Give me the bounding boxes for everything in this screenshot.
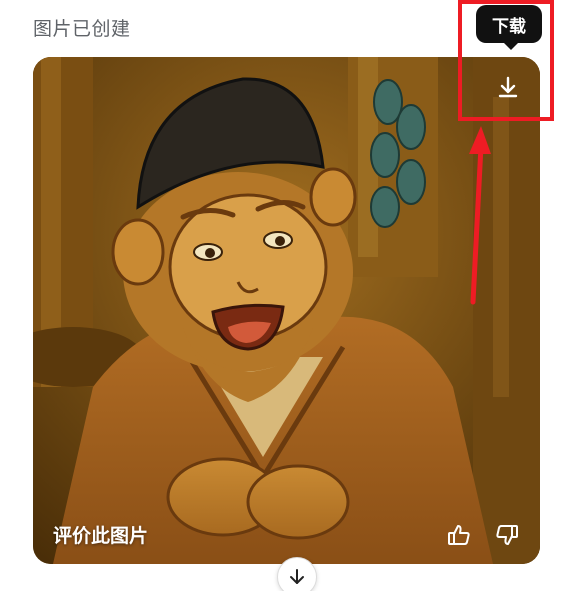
- page: 图片已创建 评价此图片 下载: [0, 0, 581, 591]
- thumbs-up-button[interactable]: [442, 518, 476, 552]
- thumbs-down-icon: [496, 525, 518, 545]
- image-created-status: 图片已创建: [33, 18, 131, 40]
- thumbs-up-icon: [448, 525, 470, 545]
- arrow-down-icon: [290, 569, 304, 584]
- rate-image-label: 评价此图片: [53, 525, 149, 547]
- thumbs-down-button[interactable]: [490, 518, 524, 552]
- annotation-arrow: [469, 126, 491, 305]
- scroll-down-button[interactable]: [277, 557, 317, 591]
- tooltip-label: 下载: [492, 16, 526, 37]
- download-tooltip: 下载: [476, 5, 542, 50]
